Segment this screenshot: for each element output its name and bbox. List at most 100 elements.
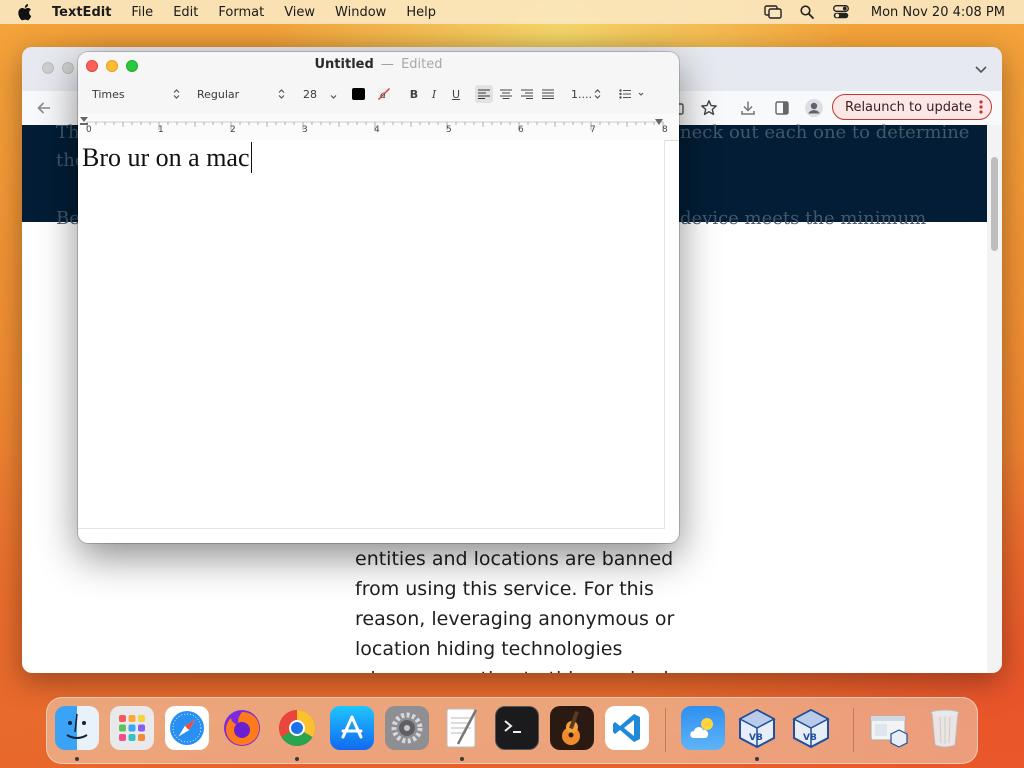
font-family-popup[interactable]: Times — [92, 85, 182, 103]
font-family-value: Times — [92, 87, 125, 101]
textedit-icon[interactable] — [440, 706, 484, 750]
downloads-stack-icon[interactable] — [867, 706, 911, 750]
ruler-number: 8 — [662, 125, 668, 135]
font-size-combo[interactable]: 28 — [303, 85, 339, 103]
bold-button[interactable]: B — [405, 85, 423, 103]
align-left-icon[interactable] — [475, 85, 493, 103]
more-options-icon[interactable] — [979, 100, 983, 114]
article-line: when connecting to this service is — [355, 664, 679, 673]
highlight-color-icon[interactable]: a — [375, 85, 393, 103]
ruler-number: 1 — [158, 125, 164, 135]
chevron-down-icon — [330, 90, 337, 102]
dock-separator — [665, 708, 666, 752]
line-spacing-value: 1.... — [571, 87, 592, 101]
vscode-icon[interactable] — [605, 706, 649, 750]
firefox-icon[interactable] — [220, 706, 264, 750]
list-bullets-icon[interactable] — [617, 85, 647, 103]
banner-text-fragment: neck out each one to determine — [680, 122, 970, 143]
font-style-value: Regular — [197, 87, 240, 101]
edited-status: Edited — [401, 57, 443, 72]
right-indent-marker-icon[interactable] — [654, 115, 664, 125]
ruler-number: 0 — [86, 125, 92, 135]
justify-icon[interactable] — [539, 85, 557, 103]
ruler-number: 4 — [374, 125, 380, 135]
running-indicator — [460, 757, 464, 761]
tab-search-chevron-icon[interactable] — [974, 62, 988, 76]
spotlight-search-icon[interactable] — [797, 4, 817, 20]
page-scrollbar-thumb[interactable] — [991, 157, 998, 251]
menu-view[interactable]: View — [284, 5, 315, 20]
menu-format[interactable]: Format — [218, 5, 264, 20]
system-settings-icon[interactable] — [385, 706, 429, 750]
document-text-line[interactable]: Bro ur on a mac — [82, 142, 252, 173]
ruler[interactable]: 0 1 2 3 4 5 6 7 8 — [78, 114, 679, 140]
menu-app-name[interactable]: TextEdit — [52, 5, 111, 20]
launchpad-icon[interactable] — [110, 706, 154, 750]
article-line: reason, leveraging anonymous or — [355, 608, 675, 630]
terminal-icon[interactable] — [495, 706, 539, 750]
italic-button[interactable]: I — [425, 85, 443, 103]
app-store-icon[interactable] — [330, 706, 374, 750]
banner-text-fragment: Th — [56, 122, 80, 143]
article-line: entities and locations are banned — [355, 548, 674, 570]
title-separator: — — [380, 57, 394, 72]
document-text-area[interactable]: Bro ur on a mac — [78, 140, 665, 529]
side-panel-icon[interactable] — [772, 98, 792, 118]
running-indicator — [75, 757, 79, 761]
menu-bar-clock[interactable]: Mon Nov 20 4:08 PM — [871, 5, 1005, 20]
menu-help[interactable]: Help — [406, 5, 436, 20]
relaunch-label: Relaunch to update — [845, 99, 973, 115]
chrome-icon[interactable] — [275, 706, 319, 750]
article-line: location hiding technologies — [355, 638, 623, 660]
garageband-icon[interactable] — [550, 706, 594, 750]
finder-icon[interactable] — [55, 706, 99, 750]
weather-icon[interactable] — [681, 706, 725, 750]
trash-icon[interactable] — [923, 706, 967, 750]
svg-text:VB: VB — [803, 733, 817, 743]
browser-close-button[interactable] — [42, 62, 54, 74]
article-line: from using this service. For this — [355, 578, 654, 600]
ruler-number: 3 — [302, 125, 308, 135]
menu-edit[interactable]: Edit — [173, 5, 198, 20]
updown-chevron-icon — [594, 88, 601, 100]
svg-text:VB: VB — [749, 733, 763, 743]
running-indicator — [295, 757, 299, 761]
running-indicator — [755, 757, 759, 761]
bookmark-star-icon[interactable] — [699, 98, 719, 118]
text-cursor — [250, 142, 252, 173]
window-title: Untitled — Edited — [78, 57, 679, 72]
banner-text-fragment: Be — [56, 208, 80, 229]
dock-separator — [853, 708, 854, 752]
control-center-icon[interactable] — [831, 4, 851, 20]
article-body: entities and locations are banned from u… — [355, 544, 679, 673]
back-arrow-icon[interactable] — [34, 98, 54, 118]
relaunch-to-update-button[interactable]: Relaunch to update — [832, 94, 992, 120]
safari-icon[interactable] — [165, 706, 209, 750]
ruler-number: 7 — [590, 125, 596, 135]
text-color-swatch[interactable] — [349, 85, 367, 103]
menu-file[interactable]: File — [131, 5, 153, 20]
line-spacing-popup[interactable]: 1.... — [571, 85, 603, 103]
left-indent-marker-icon[interactable] — [79, 115, 89, 125]
browser-minimize-button[interactable] — [62, 62, 74, 74]
screen-mirroring-icon[interactable] — [763, 4, 783, 20]
document-text: Bro ur on a mac — [82, 142, 250, 172]
font-style-popup[interactable]: Regular — [197, 85, 287, 103]
virtualbox-vm-icon[interactable]: VB — [789, 706, 833, 750]
document-name: Untitled — [314, 57, 374, 72]
align-right-icon[interactable] — [518, 85, 536, 103]
menu-window[interactable]: Window — [335, 5, 386, 20]
profile-avatar-icon[interactable] — [804, 98, 824, 118]
apple-menu-icon[interactable] — [18, 3, 36, 21]
ruler-number: 5 — [446, 125, 452, 135]
textedit-window: Untitled — Edited Times Regular 28 a B I… — [78, 52, 679, 543]
underline-button[interactable]: U — [447, 85, 465, 103]
download-icon[interactable] — [738, 98, 758, 118]
virtualbox-icon[interactable]: VB — [735, 706, 779, 750]
align-center-icon[interactable] — [497, 85, 515, 103]
dock: VB VB — [46, 697, 978, 764]
menu-bar: TextEdit File Edit Format View Window He… — [0, 0, 1024, 24]
font-size-value: 28 — [303, 87, 317, 101]
ruler-number: 2 — [230, 125, 236, 135]
updown-chevron-icon — [278, 88, 285, 100]
